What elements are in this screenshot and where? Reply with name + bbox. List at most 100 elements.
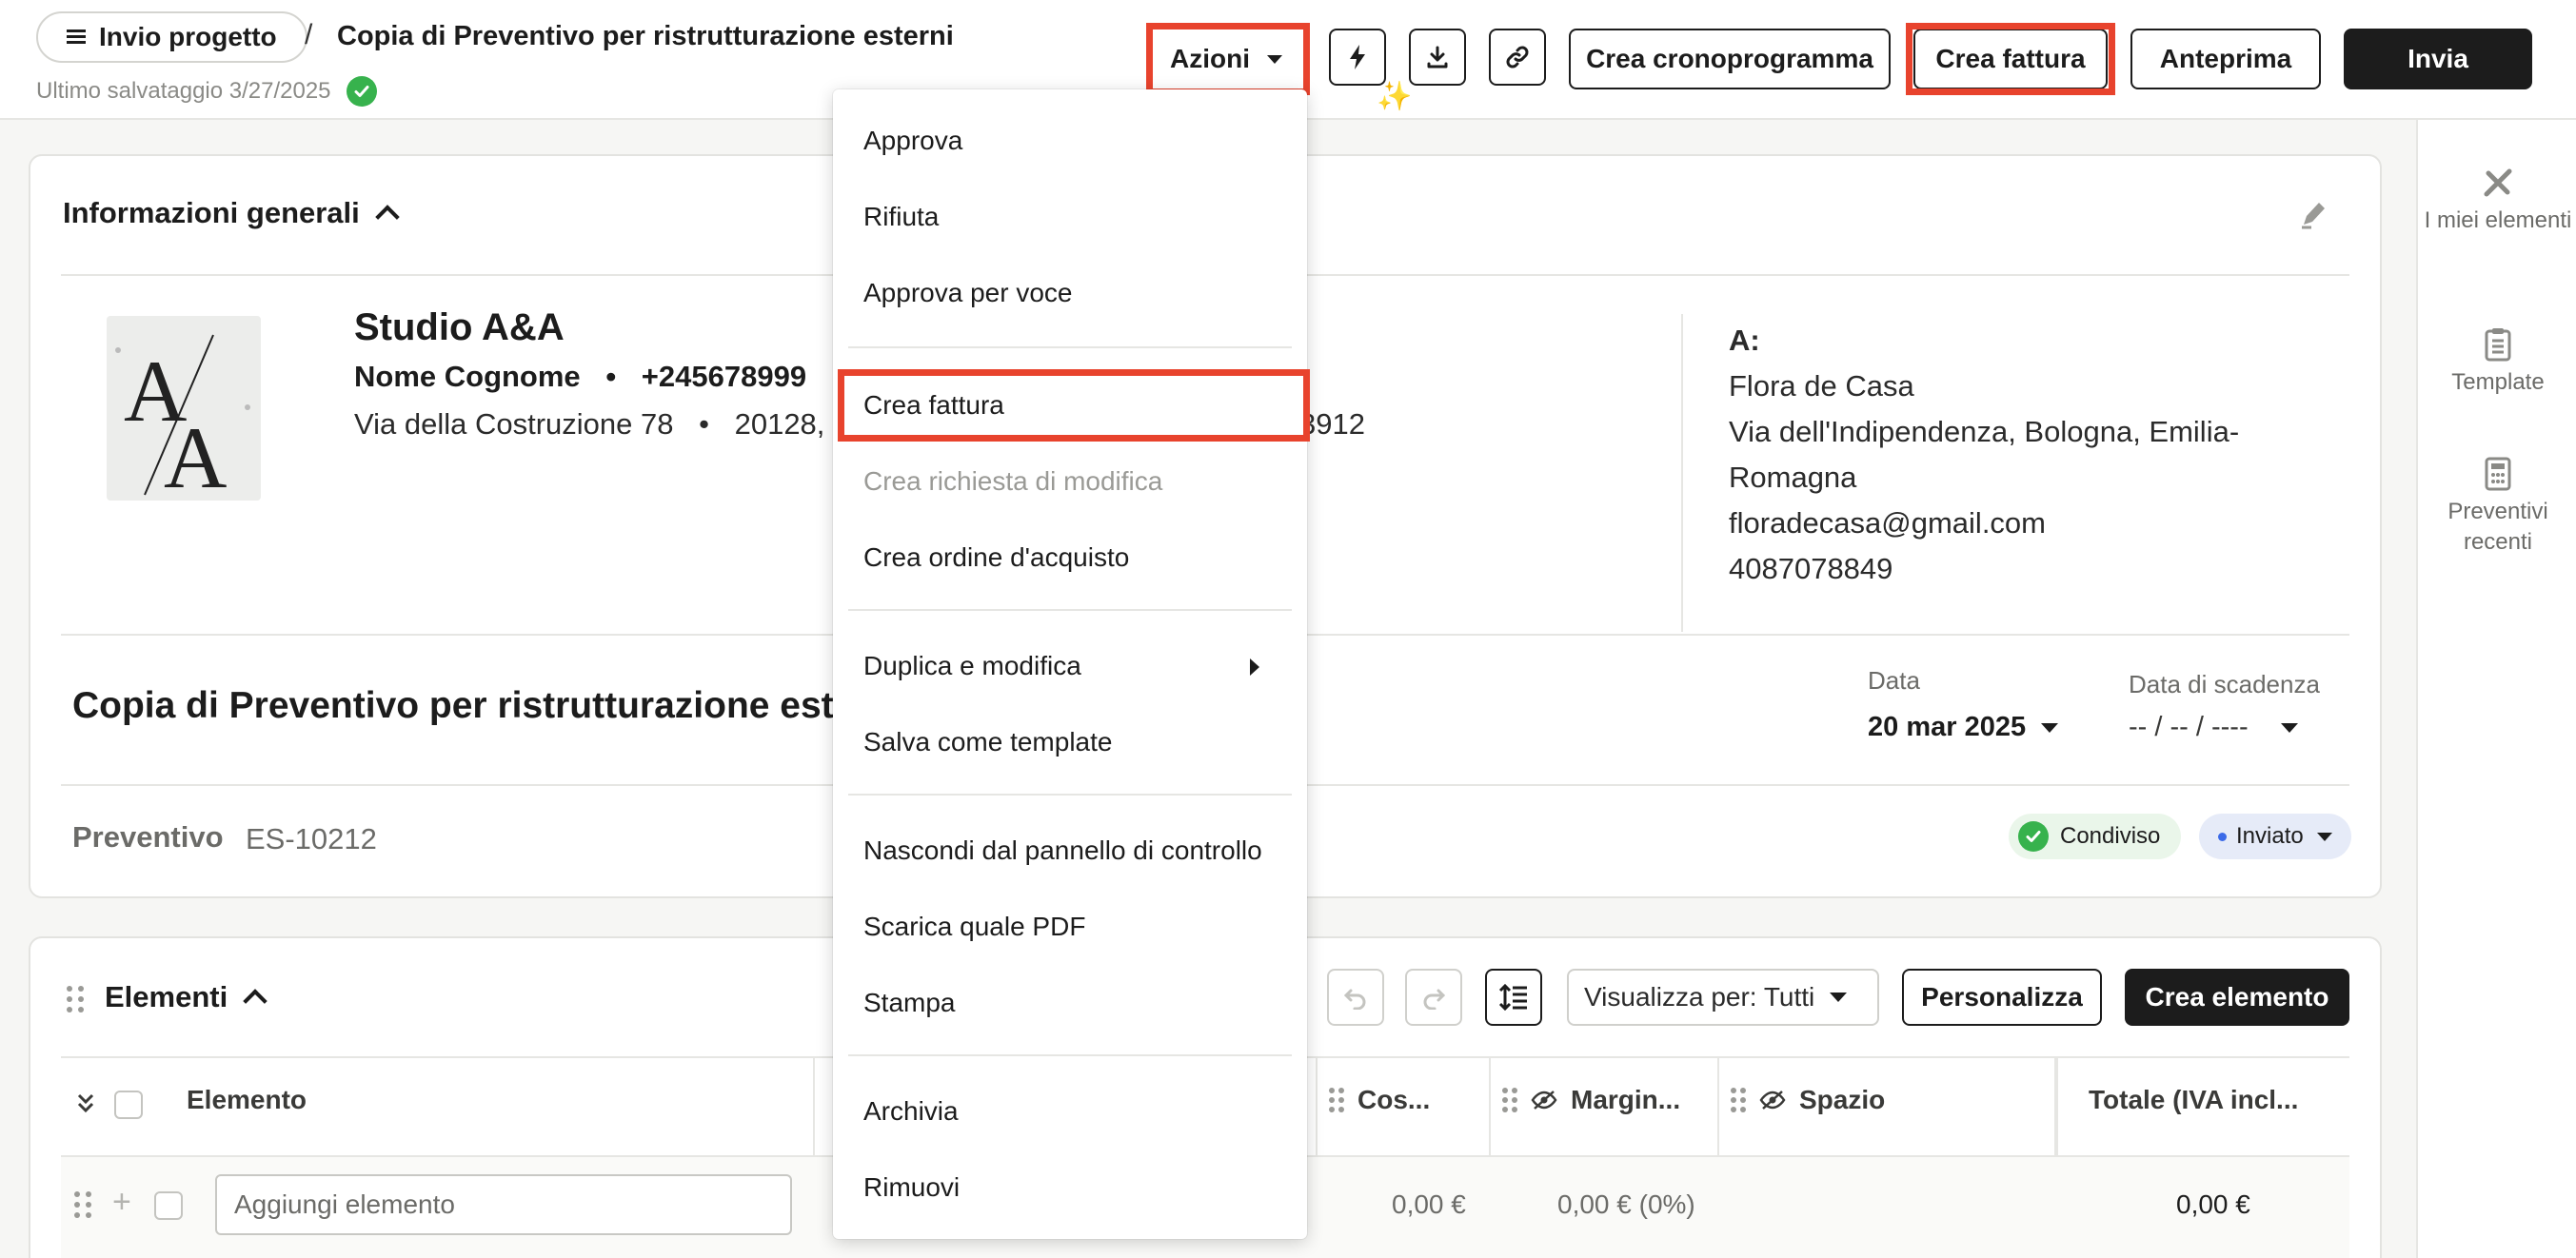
menu-item-purchase-order[interactable]: Crea ordine d'acquisto [863, 542, 1129, 573]
chevron-right-icon [1250, 658, 1259, 676]
chevron-down-icon [2280, 722, 2298, 733]
contact-name: Nome Cognome [354, 360, 581, 393]
menu-item-change-request[interactable]: Crea richiesta di modifica [863, 466, 1162, 497]
row-checkbox[interactable] [154, 1191, 183, 1220]
schedule-button-label: Crea cronoprogramma [1586, 44, 1873, 73]
menu-item-remove[interactable]: Rimuovi [863, 1172, 960, 1203]
column-header-space[interactable]: Spazio [1731, 1085, 1885, 1115]
column-label: Elemento [187, 1085, 307, 1114]
check-icon [2018, 821, 2049, 852]
column-label: Margin... [1571, 1085, 1681, 1114]
quick-actions-button[interactable] [1329, 29, 1386, 86]
calculator-icon [2485, 457, 2511, 491]
column-header-total[interactable]: Totale (IVA incl... [2089, 1085, 2298, 1115]
recipient-address: Via dell'Indipendenza, Bologna, Emilia-R… [1729, 415, 2240, 494]
breadcrumb-separator: / [305, 19, 313, 50]
menu-item-download-pdf[interactable]: Scarica quale PDF [863, 912, 1085, 942]
menu-item-reject[interactable]: Rifiuta [863, 202, 939, 232]
send-button-label: Invia [2408, 44, 2468, 73]
plus-icon[interactable]: + [112, 1184, 131, 1221]
shared-badge: Condiviso [2009, 814, 2182, 859]
menu-divider [848, 609, 1292, 611]
menu-item-save-template[interactable]: Salva come template [863, 727, 1112, 757]
undo-button[interactable] [1327, 969, 1384, 1026]
page-title: Copia di Preventivo per ristrutturazione… [337, 21, 954, 51]
recipient-block: A: Flora de Casa Via dell'Indipendenza, … [1729, 318, 2290, 592]
sidebar-item-template[interactable]: Template [2418, 327, 2576, 398]
menu-icon [67, 29, 86, 45]
tools-icon [2484, 168, 2512, 197]
customize-label: Personalizza [1921, 982, 2083, 1012]
column-label: Spazio [1799, 1085, 1886, 1114]
select-all-checkbox[interactable] [114, 1091, 143, 1119]
menu-item-duplicate-edit[interactable]: Duplica e modifica [863, 651, 1277, 681]
download-button[interactable] [1409, 29, 1466, 86]
date-value: 20 mar 2025 [1868, 712, 2027, 742]
menu-item-approve[interactable]: Approva [863, 126, 962, 156]
chevron-down-icon [2316, 832, 2332, 841]
column-header-element[interactable]: Elemento [187, 1085, 307, 1115]
eye-off-icon [1531, 1091, 1557, 1110]
customize-button[interactable]: Personalizza [1902, 969, 2102, 1026]
actions-label: Azioni [1170, 44, 1250, 73]
create-schedule-button[interactable]: Crea cronoprogramma [1569, 29, 1891, 89]
recipient-email: floradecasa@gmail.com [1729, 506, 2046, 540]
pencil-icon[interactable] [2298, 198, 2328, 230]
send-button[interactable]: Invia [2344, 29, 2532, 89]
due-date-label: Data di scadenza [2129, 670, 2320, 698]
svg-text:A: A [164, 409, 227, 501]
cost-cell: 0,00 € [1392, 1189, 1466, 1219]
create-invoice-button[interactable]: Crea fattura [1913, 29, 2108, 89]
eye-off-icon [1759, 1091, 1786, 1110]
menu-divider [848, 794, 1292, 796]
elements-header[interactable]: Elementi [105, 980, 268, 1014]
due-date-picker[interactable]: -- / -- / ---- [2129, 712, 2298, 743]
menu-item-approve-by-item[interactable]: Approva per voce [863, 278, 1072, 308]
collapse-all-icon[interactable] [76, 1092, 95, 1115]
last-saved-text: Ultimo salvataggio 3/27/2025 [36, 78, 331, 104]
drag-handle-icon [1329, 1088, 1344, 1112]
invoice-button-label: Crea fattura [1935, 44, 2086, 73]
document-number: ES-10212 [246, 822, 377, 855]
divider-vertical [1681, 314, 1683, 632]
chevron-up-icon [375, 205, 400, 229]
column-header-margin[interactable]: Margin... [1502, 1085, 1680, 1115]
document-title[interactable]: Copia di Preventivo per ristrutturazione… [72, 685, 854, 727]
redo-button[interactable] [1405, 969, 1462, 1026]
column-header-cost[interactable]: Cos... [1329, 1085, 1430, 1115]
save-status: Ultimo salvataggio 3/27/2025 [36, 76, 377, 107]
company-contact: Nome Cognome • +245678999 [354, 360, 806, 394]
create-element-button[interactable]: Crea elemento [2125, 969, 2349, 1026]
recipient-label: A: [1729, 324, 1760, 357]
saved-check-icon [346, 76, 377, 107]
copy-link-button[interactable] [1489, 29, 1546, 86]
margin-cell: 0,00 € (0%) [1557, 1189, 1695, 1219]
status-dot-icon [2218, 832, 2227, 841]
project-back-button[interactable]: Invio progetto [36, 11, 307, 63]
chevron-up-icon [243, 989, 268, 1013]
actions-dropdown-button[interactable]: Azioni [1154, 29, 1298, 89]
row-height-button[interactable] [1485, 969, 1542, 1026]
view-by-select[interactable]: Visualizza per: Tutti [1567, 969, 1879, 1026]
due-date-value: -- / -- / ---- [2129, 712, 2249, 742]
recipient-phone: 4087078849 [1729, 552, 1893, 585]
drag-handle-icon[interactable] [67, 986, 84, 1012]
menu-item-archive[interactable]: Archivia [863, 1096, 959, 1127]
address-tail: 3912 [1299, 407, 1365, 441]
status-badge[interactable]: Inviato [2199, 814, 2351, 859]
menu-item-create-invoice[interactable]: Crea fattura [863, 390, 1004, 421]
menu-item-hide-dashboard[interactable]: Nascondi dal pannello di controllo [863, 835, 1262, 866]
general-info-header[interactable]: Informazioni generali [63, 196, 400, 230]
add-element-input[interactable]: Aggiungi elemento [215, 1174, 792, 1235]
address-street: Via della Costruzione 78 [354, 407, 674, 441]
sidebar-item-recent-quotes[interactable]: Preventivi recenti [2418, 457, 2576, 558]
sidebar-item-my-elements[interactable]: I miei elementi [2418, 166, 2576, 236]
menu-item-print[interactable]: Stampa [863, 988, 956, 1018]
company-name: Studio A&A [354, 306, 565, 348]
date-picker[interactable]: 20 mar 2025 [1868, 712, 2059, 743]
menu-item-label: Duplica e modifica [863, 651, 1081, 680]
preview-button[interactable]: Anteprima [2130, 29, 2321, 89]
drag-handle-icon[interactable] [74, 1191, 91, 1218]
menu-divider [848, 1054, 1292, 1056]
link-icon [1506, 46, 1529, 69]
